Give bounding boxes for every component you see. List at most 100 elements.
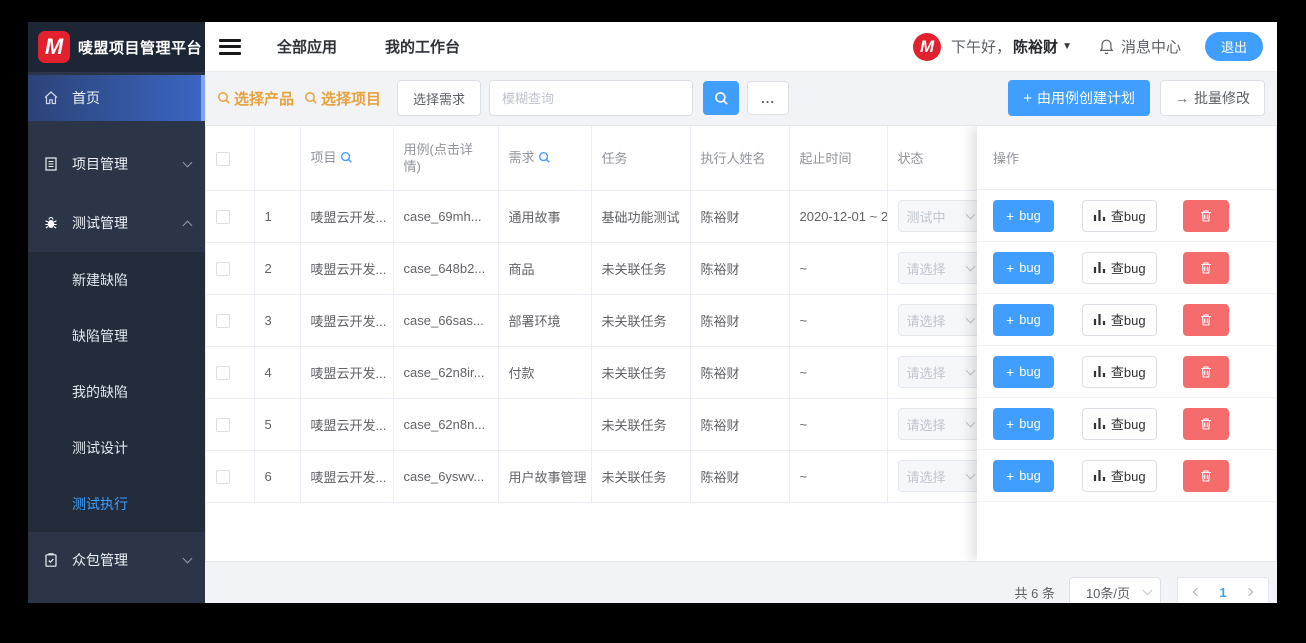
requirement-cell: 付款 <box>498 346 592 399</box>
add-bug-button[interactable]: + bug <box>993 407 1054 440</box>
main-content: 选择产品 选择项目 选择需求 ... + 由用例创建计划 → 批量修改 <box>205 72 1277 603</box>
time-cell: ~ <box>789 346 888 399</box>
view-bug-button[interactable]: 查bug <box>1081 355 1157 388</box>
select-project-link[interactable]: 选择项目 <box>304 88 381 109</box>
project-cell: 唛盟云开发... <box>300 242 394 295</box>
view-bug-button[interactable]: 查bug <box>1081 459 1157 492</box>
case-cell[interactable]: case_6yswv... <box>393 450 499 503</box>
status-select[interactable]: 请选择 <box>897 356 978 388</box>
sidebar-item-project-mgmt[interactable]: 项目管理 <box>28 134 205 194</box>
table-row: 1 唛盟云开发... case_69mh... 通用故事 基础功能测试 陈裕财 … <box>206 190 980 243</box>
status-select[interactable]: 请选择 <box>897 304 978 336</box>
project-cell: 唛盟云开发... <box>300 398 394 451</box>
user-avatar[interactable]: M <box>913 32 942 61</box>
sidebar-item-label: 首页 <box>72 90 100 106</box>
hamburger-menu-icon[interactable] <box>219 38 241 55</box>
delete-button[interactable] <box>1182 303 1229 336</box>
select-requirement-button[interactable]: 选择需求 <box>397 80 482 116</box>
add-bug-button[interactable]: + bug <box>993 459 1054 492</box>
search-icon[interactable] <box>538 151 551 164</box>
search-icon[interactable] <box>340 151 353 164</box>
sidebar-item-home[interactable]: 首页 <box>28 75 205 121</box>
tab-my-workbench[interactable]: 我的工作台 <box>385 36 460 57</box>
select-all-checkbox[interactable] <box>216 151 230 166</box>
create-plan-from-case-button[interactable]: + 由用例创建计划 <box>1008 80 1150 116</box>
filter-toolbar: 选择产品 选择项目 选择需求 ... + 由用例创建计划 → 批量修改 <box>205 72 1277 124</box>
brand-logo-icon: M <box>38 31 70 63</box>
search-button[interactable] <box>703 81 740 115</box>
case-cell[interactable]: case_69mh... <box>393 190 499 243</box>
add-bug-button[interactable]: + bug <box>993 199 1054 232</box>
view-bug-button[interactable]: 查bug <box>1081 303 1157 336</box>
sidebar-subitem-new-defect[interactable]: 新建缺陷 <box>28 252 205 308</box>
view-bug-button[interactable]: 查bug <box>1081 251 1157 284</box>
chevron-down-icon <box>965 313 975 324</box>
delete-button[interactable] <box>1182 459 1229 492</box>
pagination-bar: 共 6 条 10条/页 1 <box>205 572 1277 603</box>
message-center-link[interactable]: 消息中心 <box>1121 36 1181 57</box>
sidebar-subitem-test-design[interactable]: 测试设计 <box>28 420 205 476</box>
row-checkbox[interactable] <box>216 313 230 328</box>
add-bug-button[interactable]: + bug <box>993 355 1054 388</box>
tab-all-apps[interactable]: 全部应用 <box>277 36 337 57</box>
delete-button[interactable] <box>1182 407 1229 440</box>
next-page-button[interactable] <box>1236 578 1262 603</box>
case-cell[interactable]: case_66sas... <box>393 294 499 347</box>
sidebar-item-test-mgmt[interactable]: 测试管理 <box>28 194 205 252</box>
chevron-down-icon <box>965 209 975 220</box>
status-select[interactable]: 请选择 <box>897 252 978 284</box>
user-menu-caret-icon[interactable]: ▼ <box>1062 41 1072 52</box>
view-bug-button[interactable]: 查bug <box>1081 407 1157 440</box>
bar-chart-icon <box>1093 470 1105 481</box>
row-checkbox[interactable] <box>216 209 230 224</box>
prev-page-button[interactable] <box>1184 578 1210 603</box>
chevron-down-icon <box>965 469 975 480</box>
task-cell: 基础功能测试 <box>591 190 691 243</box>
plus-icon: + <box>1006 207 1015 224</box>
row-checkbox[interactable] <box>216 261 230 276</box>
page-size-select[interactable]: 10条/页 <box>1069 577 1161 603</box>
chevron-down-icon <box>182 157 193 168</box>
case-cell[interactable]: case_62n8ir... <box>393 346 499 399</box>
current-page[interactable]: 1 <box>1210 585 1236 600</box>
row-checkbox[interactable] <box>216 365 230 380</box>
add-bug-button[interactable]: + bug <box>993 251 1054 284</box>
row-checkbox[interactable] <box>216 417 230 432</box>
sidebar-subitem-test-execution[interactable]: 测试执行 <box>28 476 205 532</box>
status-select[interactable]: 测试中 <box>897 200 978 232</box>
more-filters-button[interactable]: ... <box>747 81 790 115</box>
requirement-cell: 通用故事 <box>498 190 592 243</box>
select-product-link[interactable]: 选择产品 <box>217 88 294 109</box>
row-checkbox[interactable] <box>216 469 230 484</box>
project-cell: 唛盟云开发... <box>300 450 394 503</box>
sidebar-subitem-my-defects[interactable]: 我的缺陷 <box>28 364 205 420</box>
project-cell: 唛盟云开发... <box>300 190 394 243</box>
col-time: 起止时间 <box>789 126 888 191</box>
delete-button[interactable] <box>1182 355 1229 388</box>
executor-cell: 陈裕财 <box>690 242 790 295</box>
delete-button[interactable] <box>1182 199 1229 232</box>
sidebar-item-crowd-mgmt[interactable]: 众包管理 <box>28 532 205 588</box>
batch-edit-button[interactable]: → 批量修改 <box>1160 80 1265 116</box>
logout-button[interactable]: 退出 <box>1204 32 1263 61</box>
time-cell: 2020-12-01 ~ 20 <box>789 190 888 243</box>
row-index: 3 <box>254 294 301 347</box>
col-case: 用例(点击详情) <box>393 126 499 191</box>
trash-icon <box>1200 313 1211 326</box>
delete-button[interactable] <box>1182 251 1229 284</box>
case-cell[interactable]: case_62n8n... <box>393 398 499 451</box>
sidebar-item-label: 测试管理 <box>72 215 128 231</box>
sidebar-subitem-defect-mgmt[interactable]: 缺陷管理 <box>28 308 205 364</box>
view-bug-button[interactable]: 查bug <box>1081 199 1157 232</box>
status-select[interactable]: 请选择 <box>897 460 978 492</box>
total-count: 共 6 条 <box>1014 585 1055 601</box>
fuzzy-search-input[interactable] <box>489 80 694 116</box>
sidebar-item-clipped[interactable]: 效能统计 <box>28 602 205 603</box>
trash-icon <box>1200 469 1211 482</box>
plus-icon: + <box>1006 311 1015 328</box>
case-cell[interactable]: case_648b2... <box>393 242 499 295</box>
status-select[interactable]: 请选择 <box>897 408 978 440</box>
add-bug-button[interactable]: + bug <box>993 303 1054 336</box>
brand-title: 唛盟项目管理平台 <box>78 39 203 57</box>
chevron-down-icon <box>1142 585 1153 596</box>
